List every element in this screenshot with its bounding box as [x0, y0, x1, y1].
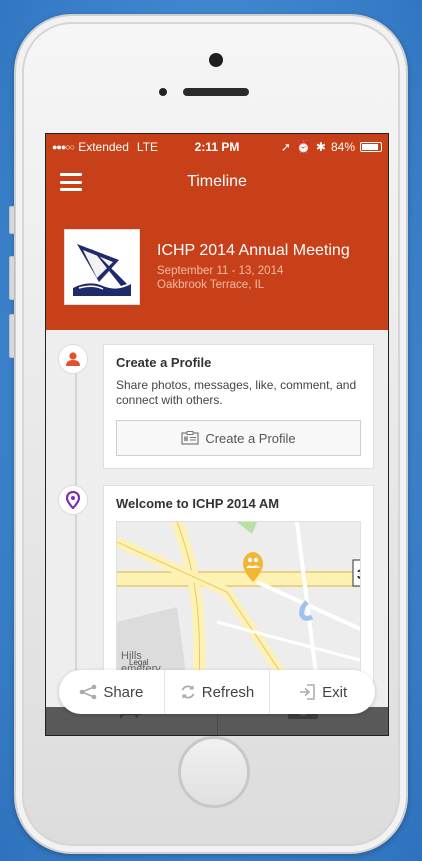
card-title: Welcome to ICHP 2014 AM	[116, 496, 280, 511]
app-screen: ●●●○○ Extended LTE 2:11 PM ➚ ⏰ ✱ 84% Tim…	[45, 133, 389, 736]
status-bar: ●●●○○ Extended LTE 2:11 PM ➚ ⏰ ✱ 84%	[46, 134, 388, 160]
refresh-label: Refresh	[201, 683, 255, 701]
battery-icon	[360, 142, 382, 152]
welcome-card: Welcome to ICHP 2014 AM Hills Legal emet…	[103, 485, 374, 694]
card-description: Share photos, messages, like, comment, a…	[116, 378, 357, 407]
location-arrow-icon: ➚	[280, 140, 291, 154]
home-button[interactable]	[178, 736, 250, 808]
volume-down-button	[9, 314, 15, 358]
battery-percentage: 84%	[330, 140, 355, 154]
event-dates: September 11 - 13, 2014	[157, 264, 284, 277]
person-icon	[66, 352, 80, 366]
mute-switch	[9, 206, 15, 234]
card-title: Create a Profile	[116, 355, 212, 370]
share-label: Share	[103, 683, 144, 701]
timeline-item-welcome: Welcome to ICHP 2014 AM Hills Legal emet…	[58, 485, 374, 694]
create-profile-card: Create a Profile Share photos, messages,…	[103, 344, 374, 469]
volume-up-button	[9, 256, 15, 300]
timeline-feed: Create a Profile Share photos, messages,…	[46, 330, 388, 694]
earpiece-speaker	[183, 88, 249, 96]
event-location: Oakbrook Terrace, IL	[157, 279, 265, 291]
exit-button[interactable]: Exit	[269, 670, 375, 714]
bluetooth-icon: ✱	[315, 140, 326, 154]
timeline-dot	[58, 344, 88, 374]
timeline-line	[75, 346, 77, 694]
menu-icon[interactable]	[60, 173, 82, 191]
page-title: Timeline	[187, 173, 247, 190]
map-pin-icon	[66, 491, 80, 509]
create-profile-button-label: Create a Profile	[205, 430, 296, 446]
alarm-icon: ⏰	[295, 140, 311, 154]
map-graphic	[117, 522, 360, 680]
event-logo	[64, 229, 140, 305]
refresh-icon	[181, 685, 195, 699]
refresh-button[interactable]: Refresh	[163, 670, 270, 714]
exit-label: Exit	[322, 683, 348, 701]
timeline-dot	[58, 485, 88, 515]
timeline-item-create-profile: Create a Profile Share photos, messages,…	[58, 344, 374, 469]
share-icon	[80, 684, 97, 700]
event-header: ICHP 2014 Annual Meeting September 11 - …	[46, 204, 388, 330]
proximity-sensor	[159, 88, 167, 96]
sailboat-logo-icon	[69, 234, 135, 300]
create-profile-button[interactable]: Create a Profile	[116, 420, 361, 456]
navigation-bar: Timeline	[46, 160, 388, 204]
action-toolbar: Share Refresh Exit	[59, 670, 375, 714]
exit-icon	[300, 684, 315, 700]
id-card-icon	[181, 431, 199, 445]
share-button[interactable]: Share	[59, 670, 164, 714]
location-map[interactable]: 3 Hills Legal emetery	[116, 521, 361, 681]
front-camera	[209, 53, 223, 67]
event-name: ICHP 2014 Annual Meeting	[157, 241, 350, 259]
